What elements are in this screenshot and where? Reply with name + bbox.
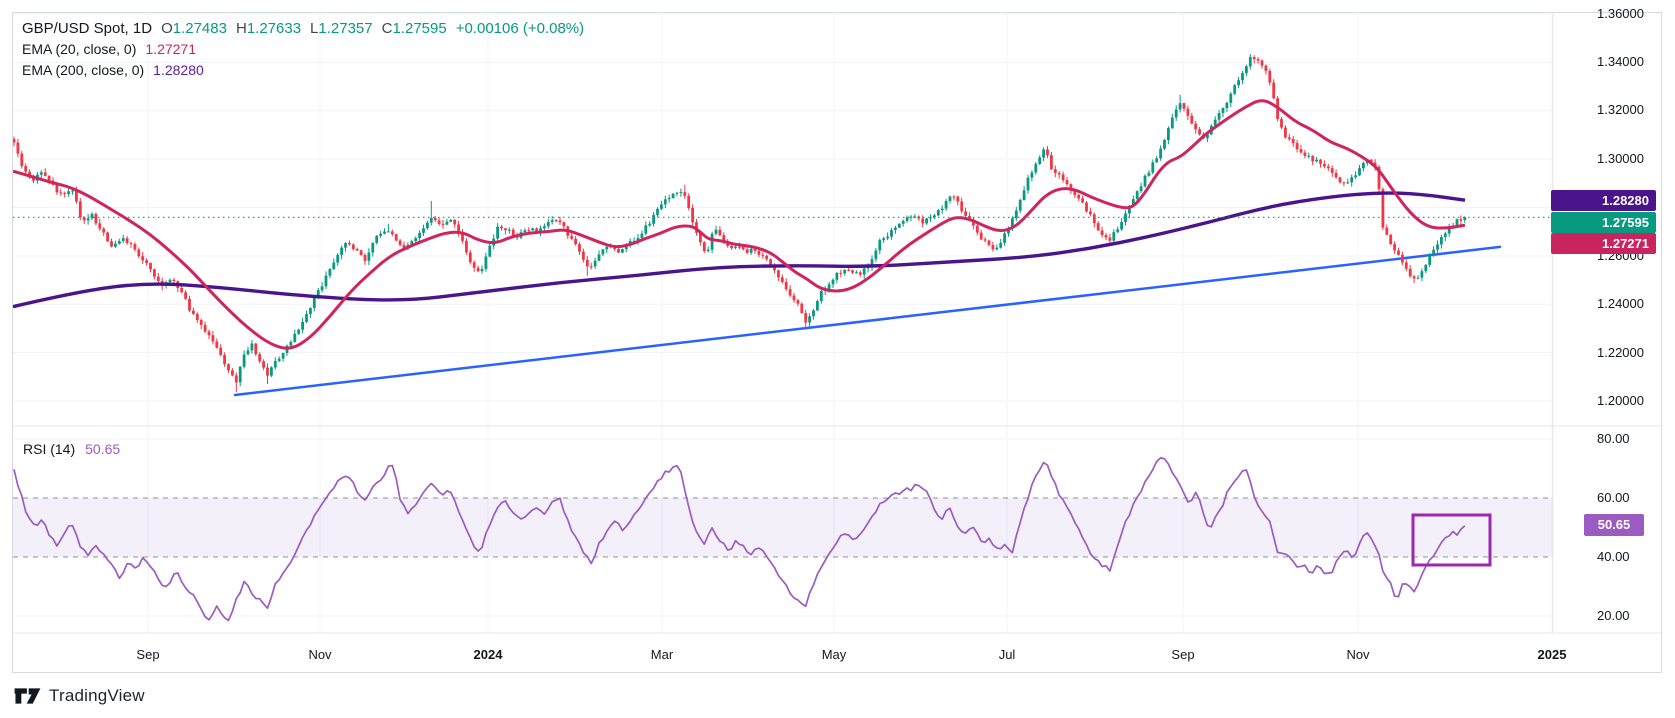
price-badge: 1.28280 xyxy=(1551,190,1656,211)
chart-canvas[interactable] xyxy=(0,0,1675,718)
price-badge: 1.27271 xyxy=(1551,233,1656,254)
ohlc-low: L1.27357 xyxy=(310,20,373,37)
ema200-line xyxy=(13,193,1465,307)
time-axis-label: 2025 xyxy=(1538,647,1567,663)
time-axis-label: Nov xyxy=(308,647,331,663)
ema20-line xyxy=(13,101,1465,348)
rsi-label[interactable]: RSI (14) xyxy=(23,441,75,457)
time-axis-label: May xyxy=(822,647,847,663)
price-axis-label: 1.34000 xyxy=(1597,54,1667,70)
time-axis-label: Sep xyxy=(136,647,159,663)
ema20-legend-row[interactable]: EMA (20, close, 0) 1.27271 xyxy=(22,41,584,62)
time-axis-label: Nov xyxy=(1346,647,1369,663)
ohlc-open: O1.27483 xyxy=(161,20,227,37)
ema200-label[interactable]: EMA (200, close, 0) xyxy=(22,62,144,78)
rsi-legend-row[interactable]: RSI (14) 50.65 xyxy=(23,441,120,457)
tradingview-logo-icon xyxy=(14,685,41,707)
tradingview-logo-text: TradingView xyxy=(49,686,145,706)
rsi-axis-label: 60.00 xyxy=(1597,490,1667,506)
price-axis-label: 1.36000 xyxy=(1597,6,1667,22)
ohlc-close: C1.27595 xyxy=(382,20,447,37)
rsi-axis-label: 40.00 xyxy=(1597,549,1667,565)
widget-border xyxy=(13,13,1662,673)
rsi-value: 50.65 xyxy=(85,441,120,457)
rsi-axis-label: 20.00 xyxy=(1597,608,1667,624)
price-axis-label: 1.30000 xyxy=(1597,151,1667,167)
ema200-value: 1.28280 xyxy=(153,62,204,78)
price-badge: 1.27595 xyxy=(1551,212,1656,233)
symbol-title[interactable]: GBP/USD Spot, 1D xyxy=(22,20,152,37)
price-axis-label: 1.20000 xyxy=(1597,393,1667,409)
ema20-value: 1.27271 xyxy=(145,41,196,57)
time-axis-label: Sep xyxy=(1171,647,1194,663)
change-value: +0.00106 (+0.08%) xyxy=(456,20,584,37)
ohlc-high: H1.27633 xyxy=(236,20,301,37)
time-axis-label: Jul xyxy=(999,647,1016,663)
price-axis-label: 1.32000 xyxy=(1597,102,1667,118)
symbol-legend-row[interactable]: GBP/USD Spot, 1D O1.27483 H1.27633 L1.27… xyxy=(22,20,584,41)
price-axis-label: 1.22000 xyxy=(1597,345,1667,361)
rsi-value-badge: 50.65 xyxy=(1584,514,1644,536)
tradingview-logo[interactable]: TradingView xyxy=(14,685,145,707)
ascending-trendline xyxy=(235,247,1500,395)
rsi-axis-label: 80.00 xyxy=(1597,431,1667,447)
rsi-band xyxy=(13,498,1553,557)
ema20-label[interactable]: EMA (20, close, 0) xyxy=(22,41,136,57)
ema200-legend-row[interactable]: EMA (200, close, 0) 1.28280 xyxy=(22,62,584,83)
price-axis-label: 1.24000 xyxy=(1597,296,1667,312)
time-axis-label: Mar xyxy=(651,647,673,663)
time-axis-label: 2024 xyxy=(474,647,503,663)
indicator-legend: GBP/USD Spot, 1D O1.27483 H1.27633 L1.27… xyxy=(22,20,584,83)
tradingview-chart-window: GBP/USD Spot, 1D O1.27483 H1.27633 L1.27… xyxy=(0,0,1675,718)
